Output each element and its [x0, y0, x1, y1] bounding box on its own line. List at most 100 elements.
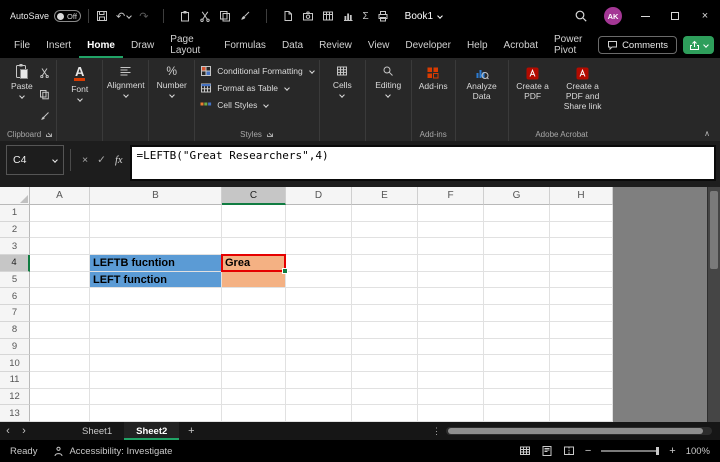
cell-F10[interactable] — [418, 355, 484, 372]
cell-E13[interactable] — [352, 405, 418, 422]
avatar[interactable]: AK — [604, 7, 622, 25]
collapse-ribbon-button[interactable]: ∧ — [704, 129, 710, 138]
cell-F1[interactable] — [418, 205, 484, 222]
menu-tab-draw[interactable]: Draw — [123, 32, 162, 58]
printer-button[interactable] — [377, 10, 389, 22]
row-header-9[interactable]: 9 — [0, 338, 30, 356]
cell-G12[interactable] — [484, 388, 550, 406]
cell-B11[interactable] — [90, 371, 222, 389]
cell-F5[interactable] — [418, 271, 484, 289]
add-sheet-button[interactable]: + — [179, 422, 203, 440]
cell-D9[interactable] — [286, 338, 352, 356]
cell-A2[interactable] — [30, 221, 90, 239]
autosave-toggle[interactable]: AutoSave Off — [10, 10, 82, 22]
cell-G6[interactable] — [484, 288, 550, 306]
cell-G4[interactable] — [484, 255, 550, 272]
cell-A12[interactable] — [30, 388, 90, 406]
chart-button[interactable] — [342, 10, 354, 22]
cell-F12[interactable] — [418, 388, 484, 406]
styles-dialog-launcher-icon[interactable] — [266, 130, 274, 138]
menu-tab-developer[interactable]: Developer — [397, 32, 459, 58]
minimize-button[interactable] — [630, 0, 660, 32]
cell-G11[interactable] — [484, 371, 550, 389]
font-group-button[interactable]: A Font — [57, 60, 104, 141]
share-button[interactable] — [683, 36, 714, 54]
cell-D2[interactable] — [286, 221, 352, 239]
cell-B13[interactable] — [90, 405, 222, 422]
cell-F2[interactable] — [418, 221, 484, 239]
workbook-title[interactable]: Book1 — [405, 11, 443, 22]
cell-H8[interactable] — [550, 321, 613, 339]
cell-E12[interactable] — [352, 388, 418, 406]
row-header-8[interactable]: 8 — [0, 321, 30, 339]
menu-tab-help[interactable]: Help — [459, 32, 496, 58]
row-header-2[interactable]: 2 — [0, 221, 30, 239]
menu-tab-page-layout[interactable]: Page Layout — [162, 32, 216, 58]
cell-C6[interactable] — [222, 288, 286, 306]
cell-F3[interactable] — [418, 238, 484, 256]
cell-C3[interactable] — [222, 238, 286, 256]
column-header-H[interactable]: H — [550, 187, 613, 205]
cell-C12[interactable] — [222, 388, 286, 406]
cut-button[interactable] — [199, 10, 211, 22]
row-header-5[interactable]: 5 — [0, 271, 30, 289]
normal-view-button[interactable] — [519, 445, 531, 457]
cell-E6[interactable] — [352, 288, 418, 306]
clipboard-dialog-launcher-icon[interactable] — [45, 130, 53, 138]
cell-H2[interactable] — [550, 221, 613, 239]
cell-A5[interactable] — [30, 271, 90, 289]
vertical-scrollbar-thumb[interactable] — [710, 191, 718, 269]
insert-function-button[interactable]: fx — [115, 155, 123, 166]
page-break-view-button[interactable] — [563, 445, 575, 457]
column-header-F[interactable]: F — [418, 187, 484, 205]
cell-F11[interactable] — [418, 371, 484, 389]
cell-G10[interactable] — [484, 355, 550, 372]
cell-A11[interactable] — [30, 371, 90, 389]
number-group-button[interactable]: % Number — [149, 60, 196, 141]
menu-tab-data[interactable]: Data — [274, 32, 311, 58]
column-header-C[interactable]: C — [222, 187, 286, 205]
sheet-nav-right-icon[interactable]: › — [16, 422, 32, 440]
cell-A8[interactable] — [30, 321, 90, 339]
cell-C7[interactable] — [222, 305, 286, 322]
cell-H12[interactable] — [550, 388, 613, 406]
cell-H1[interactable] — [550, 205, 613, 222]
row-header-12[interactable]: 12 — [0, 388, 30, 406]
fill-handle[interactable] — [282, 267, 288, 274]
cell-C1[interactable] — [222, 205, 286, 222]
row-header-11[interactable]: 11 — [0, 371, 30, 389]
add-ins-button[interactable]: Add-ins — [415, 60, 452, 127]
cell-E11[interactable] — [352, 371, 418, 389]
create-pdf-share-button[interactable]: Create a PDF and Share link — [554, 60, 612, 127]
redo-button[interactable]: ↷ — [139, 10, 148, 23]
cell-F13[interactable] — [418, 405, 484, 422]
vertical-scrollbar[interactable] — [707, 187, 720, 422]
cell-B6[interactable] — [90, 288, 222, 306]
cell-B5[interactable]: LEFT function — [90, 271, 222, 289]
cell-F9[interactable] — [418, 338, 484, 356]
editing-group-button[interactable]: Editing — [366, 60, 412, 141]
cell-C8[interactable] — [222, 321, 286, 339]
cell-D3[interactable] — [286, 238, 352, 256]
column-header-B[interactable]: B — [90, 187, 222, 205]
cell-styles-button[interactable]: Cell Styles — [198, 98, 316, 112]
cell-G2[interactable] — [484, 221, 550, 239]
page-layout-view-button[interactable] — [541, 445, 553, 457]
cell-G13[interactable] — [484, 405, 550, 422]
cell-H9[interactable] — [550, 338, 613, 356]
cell-D4[interactable] — [286, 255, 352, 272]
sheet-tab-sheet2[interactable]: Sheet2 — [124, 422, 180, 440]
paste-button[interactable]: Paste — [7, 60, 37, 127]
comments-button[interactable]: Comments — [598, 36, 677, 54]
maximize-button[interactable] — [660, 0, 690, 32]
copy-button[interactable] — [39, 87, 50, 105]
cell-C5[interactable] — [222, 271, 286, 289]
save-button[interactable] — [96, 10, 108, 22]
sheet-tab-sheet1[interactable]: Sheet1 — [70, 422, 124, 440]
cell-A4[interactable] — [30, 255, 90, 272]
cell-H3[interactable] — [550, 238, 613, 256]
create-pdf-button[interactable]: Create a PDF — [512, 60, 554, 127]
cell-B8[interactable] — [90, 321, 222, 339]
row-header-6[interactable]: 6 — [0, 288, 30, 306]
menu-tab-insert[interactable]: Insert — [38, 32, 79, 58]
